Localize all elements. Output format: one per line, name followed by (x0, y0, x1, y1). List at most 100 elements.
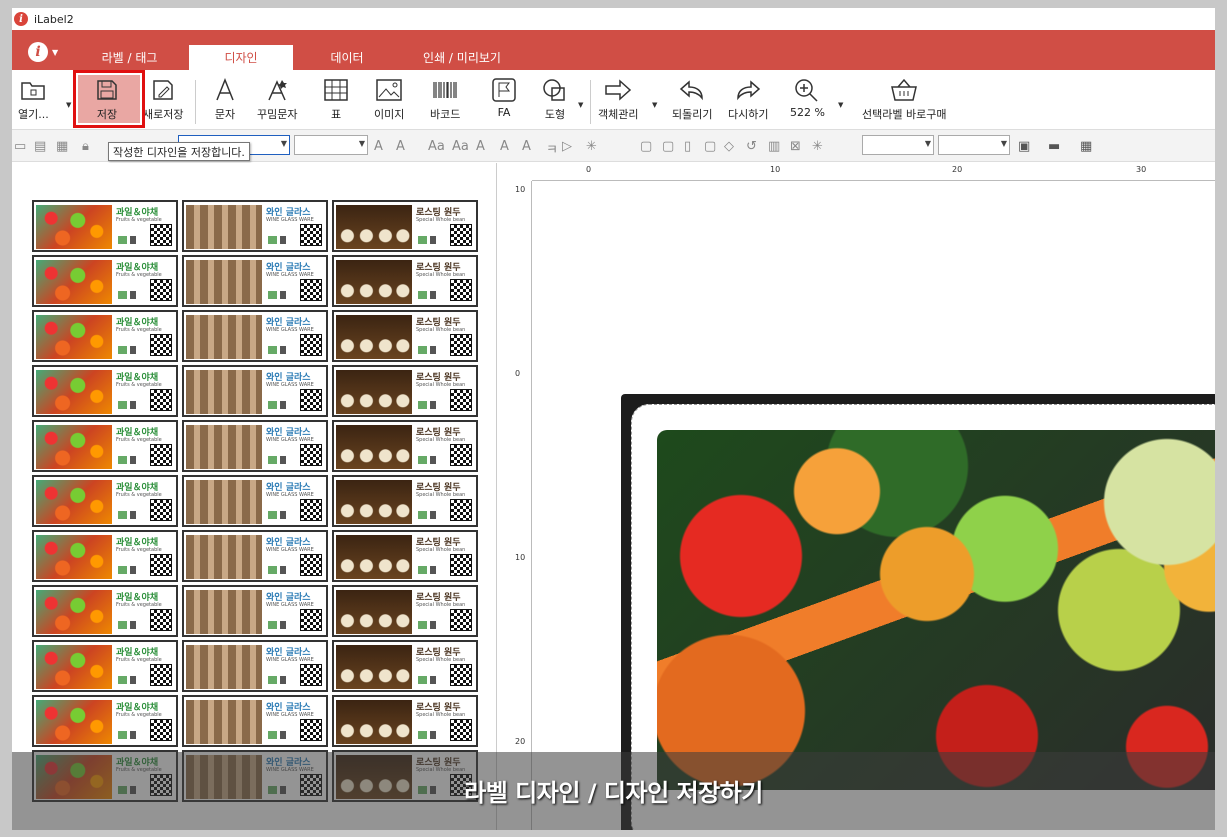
label-thumbnail-wine[interactable]: 와인 글라스WINE GLASS WARE (182, 255, 328, 307)
distribute-icon[interactable]: ◇ (724, 139, 734, 154)
label-thumbnail-wine[interactable]: 와인 글라스WINE GLASS WARE (182, 310, 328, 362)
label-thumbnail-subtitle: WINE GLASS WARE (266, 327, 314, 333)
qr-code-icon (300, 719, 322, 741)
open-button[interactable]: 열기... (18, 76, 49, 122)
font-bigger-icon[interactable]: Aa (428, 139, 445, 154)
label-thumbnail-fruit[interactable]: 과일＆야채Fruits & vegetable (32, 420, 178, 472)
label-thumbnail-image (336, 700, 412, 744)
label-thumbnail-fruit[interactable]: 과일＆야채Fruits & vegetable (32, 695, 178, 747)
text-style-icon[interactable]: A (374, 139, 383, 154)
label-thumbnail-wine[interactable]: 와인 글라스WINE GLASS WARE (182, 365, 328, 417)
label-thumbnail-fruit[interactable]: 과일＆야채Fruits & vegetable (32, 365, 178, 417)
align-right-icon[interactable]: ▯ (684, 139, 691, 154)
open-dropdown-caret[interactable]: ▼ (66, 101, 71, 109)
fill-color-icon[interactable]: ▣ (1018, 139, 1030, 154)
image-button[interactable]: 이미지 (374, 76, 404, 122)
group-icon[interactable]: ▥ (768, 139, 780, 154)
label-thumbnail-wine[interactable]: 와인 글라스WINE GLASS WARE (182, 695, 328, 747)
label-thumbnail-coffee[interactable]: 로스팅 원두Special Whole bean (332, 585, 478, 637)
label-thumbnail-coffee[interactable]: 로스팅 원두Special Whole bean (332, 255, 478, 307)
tab-data[interactable]: 데이터 (312, 44, 382, 70)
label-thumbnail-fruit[interactable]: 과일＆야채Fruits & vegetable (32, 200, 178, 252)
align-top-icon[interactable]: ▢ (704, 139, 716, 154)
rotate-icon[interactable]: ↺ (746, 139, 757, 154)
vegetable-photo[interactable] (657, 430, 1215, 790)
label-thumbnail-logo (118, 456, 148, 464)
font-size-select[interactable]: ▼ (294, 135, 368, 155)
title-bar: i iLabel2 (12, 8, 1215, 30)
lock-icon[interactable]: 🔒︎ (82, 139, 89, 154)
redo-button[interactable]: 다시하기 (728, 76, 768, 122)
label-thumbnail-wine[interactable]: 와인 글라스WINE GLASS WARE (182, 530, 328, 582)
font-outline-icon[interactable]: A (476, 139, 485, 154)
align-center-icon[interactable]: ▢ (662, 139, 674, 154)
label-thumbnail-wine[interactable]: 와인 글라스WINE GLASS WARE (182, 640, 328, 692)
label-thumbnail-fruit[interactable]: 과일＆야채Fruits & vegetable (32, 310, 178, 362)
label-thumbnail-wine[interactable]: 와인 글라스WINE GLASS WARE (182, 200, 328, 252)
line-color-icon[interactable]: ▬ (1048, 139, 1060, 154)
flip-icon[interactable]: ⊠ (790, 139, 801, 154)
tab-label-tag[interactable]: 라벨 / 태그 (82, 44, 177, 70)
label-thumbnail-coffee[interactable]: 로스팅 원두Special Whole bean (332, 420, 478, 472)
buy-label-button[interactable]: 선택라벨 바로구매 (862, 76, 946, 122)
barcode-button[interactable]: 바코드 (430, 76, 460, 122)
text-effect-icon[interactable]: A (396, 139, 405, 154)
object-manage-button[interactable]: 객체관리 (598, 76, 638, 122)
undo-button[interactable]: 되돌리기 (672, 76, 712, 122)
shape-button[interactable]: 도형 (542, 76, 568, 122)
text-label: 문자 (214, 108, 236, 121)
label-thumbnail-wine[interactable]: 와인 글라스WINE GLASS WARE (182, 420, 328, 472)
page-icon[interactable]: ▭ (14, 139, 26, 154)
font-italic-icon[interactable]: Aa (452, 139, 469, 154)
label-thumbnail-coffee[interactable]: 로스팅 원두Special Whole bean (332, 365, 478, 417)
label-thumbnail-fruit[interactable]: 과일＆야채Fruits & vegetable (32, 640, 178, 692)
clipboard-icon[interactable]: ▦ (56, 139, 68, 154)
label-thumbnail-coffee[interactable]: 로스팅 원두Special Whole bean (332, 640, 478, 692)
line-style-select[interactable]: ▼ (862, 135, 934, 155)
label-thumbnail-coffee[interactable]: 로스팅 원두Special Whole bean (332, 475, 478, 527)
tab-print-preview[interactable]: 인쇄 / 미리보기 (407, 44, 517, 70)
pattern-icon[interactable]: ▦ (1080, 139, 1092, 154)
shape-dropdown-caret[interactable]: ▼ (578, 101, 583, 109)
label-thumbnail-logo (418, 511, 448, 519)
label-thumbnail-fruit[interactable]: 과일＆야채Fruits & vegetable (32, 530, 178, 582)
print-icon[interactable]: ▤ (34, 139, 46, 154)
image-icon (376, 76, 402, 104)
label-thumbnail-image (36, 700, 112, 744)
qr-code-icon (450, 499, 472, 521)
table-button[interactable]: 표 (324, 76, 348, 122)
label-thumbnail-coffee[interactable]: 로스팅 원두Special Whole bean (332, 530, 478, 582)
tab-design[interactable]: 디자인 (189, 45, 293, 70)
line-width-select[interactable]: ▼ (938, 135, 1010, 155)
effect-icon[interactable]: ✳ (586, 139, 597, 154)
font-shadow-icon[interactable]: A (500, 139, 509, 154)
label-thumbnail-coffee[interactable]: 로스팅 원두Special Whole bean (332, 310, 478, 362)
label-thumbnail-fruit[interactable]: 과일＆야채Fruits & vegetable (32, 255, 178, 307)
fancy-text-button[interactable]: 꾸밈문자 (257, 76, 297, 122)
zoom-button[interactable]: 522 % (790, 76, 825, 119)
text-direction-icon[interactable]: ㅋ (546, 139, 558, 158)
magic-icon[interactable]: ✳ (812, 139, 823, 154)
zoom-dropdown-caret[interactable]: ▼ (838, 101, 843, 109)
align-left-icon[interactable]: ▢ (640, 139, 652, 154)
label-thumbnail-image (36, 425, 112, 469)
label-thumbnail-wine[interactable]: 와인 글라스WINE GLASS WARE (182, 585, 328, 637)
design-canvas[interactable] (533, 182, 1215, 830)
align-icon[interactable]: ▷ (562, 139, 572, 154)
label-thumbnail-logo (118, 291, 148, 299)
ruler-tick-label: 0 (586, 165, 592, 174)
label-thumbnail-fruit[interactable]: 과일＆야채Fruits & vegetable (32, 585, 178, 637)
label-thumbnail-coffee[interactable]: 로스팅 원두Special Whole bean (332, 200, 478, 252)
app-logo-icon: i (14, 12, 28, 26)
text-button[interactable]: 문자 (214, 76, 236, 122)
app-menu-button[interactable]: i ▼ (28, 42, 58, 62)
object-manage-caret[interactable]: ▼ (652, 101, 657, 109)
label-thumbnail-logo (118, 236, 148, 244)
label-thumbnail-wine[interactable]: 와인 글라스WINE GLASS WARE (182, 475, 328, 527)
font-strike-icon[interactable]: A (522, 139, 531, 154)
qr-code-icon (450, 279, 472, 301)
label-thumbnail-coffee[interactable]: 로스팅 원두Special Whole bean (332, 695, 478, 747)
fa-button[interactable]: FA (492, 76, 516, 119)
label-thumbnail-fruit[interactable]: 과일＆야채Fruits & vegetable (32, 475, 178, 527)
save-as-button[interactable]: 새로저장 (143, 76, 183, 122)
